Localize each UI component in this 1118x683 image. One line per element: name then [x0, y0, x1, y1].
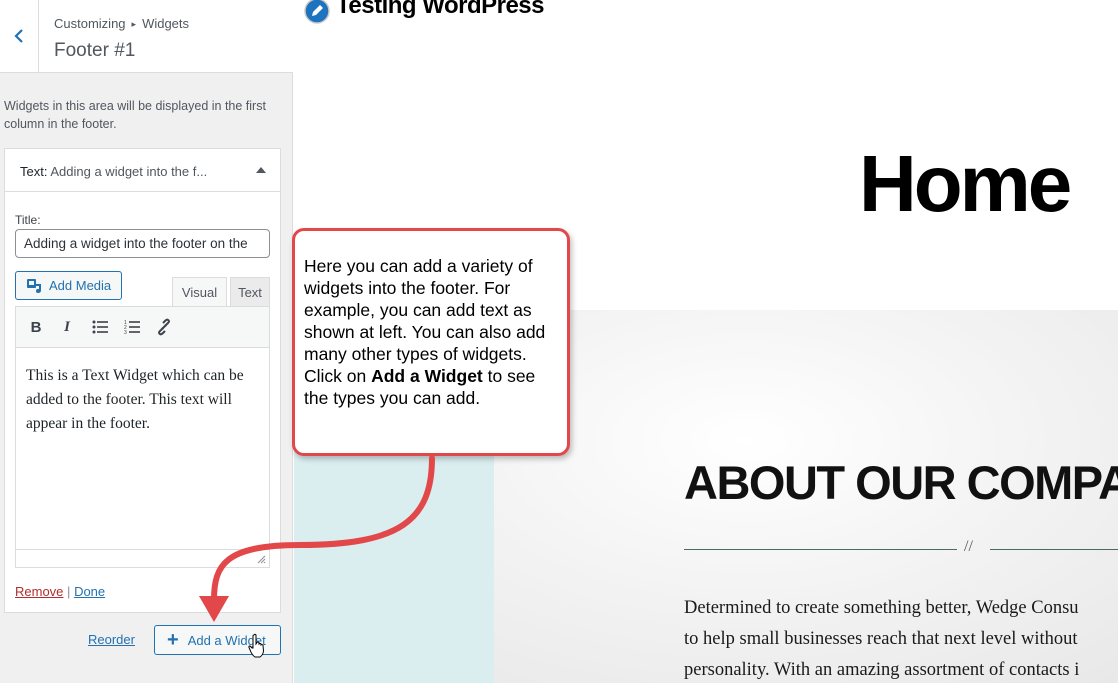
text-widget: Text: Adding a widget into the f... Titl… — [4, 148, 281, 613]
svg-text:3: 3 — [124, 330, 127, 334]
widget-type: Text: — [20, 164, 48, 179]
insert-link-button[interactable] — [153, 316, 175, 338]
divider-line-left — [684, 549, 957, 550]
breadcrumb-current: Widgets — [142, 16, 190, 31]
about-line: to help small businesses reach that next… — [684, 629, 1078, 649]
customizer-header: Customizing ▸ Widgets Footer #1 — [0, 0, 293, 73]
breadcrumb-separator-icon: ▸ — [131, 19, 137, 29]
about-body: Determined to create something better, W… — [684, 593, 1118, 683]
chevron-left-icon — [14, 29, 23, 43]
add-media-button[interactable]: Add Media — [15, 271, 122, 300]
numbered-list-button[interactable]: 123 — [121, 316, 143, 338]
done-link[interactable]: Done — [74, 584, 105, 599]
customizer-sidebar: Customizing ▸ Widgets Footer #1 Widgets in… — [0, 0, 293, 683]
pencil-logo-icon[interactable] — [304, 0, 330, 24]
widget-title: Text: Adding a widget into the f... — [20, 164, 207, 179]
about-heading: ABOUT OUR COMPA — [684, 456, 1118, 509]
back-button[interactable] — [0, 0, 39, 72]
remove-link[interactable]: Remove — [15, 584, 63, 599]
section-title: Footer #1 — [54, 40, 136, 61]
site-title[interactable]: Testing WordPress — [336, 0, 545, 20]
numbered-list-icon: 123 — [124, 320, 140, 334]
widget-actions: Remove | Done — [15, 584, 105, 599]
text-editor[interactable]: B I 123 This is a Text Widget which can … — [15, 306, 270, 568]
bold-icon: B — [30, 318, 42, 336]
add-widget-button[interactable]: + Add a Widget — [154, 625, 281, 655]
editor-toolbar: B I 123 — [16, 307, 269, 348]
bold-button[interactable]: B — [25, 316, 47, 338]
breadcrumb-parent: Customizing — [54, 16, 126, 31]
divider-mark: // — [964, 538, 973, 555]
widget-title-preview: Adding a widget into the f... — [50, 164, 208, 179]
bullet-list-icon — [92, 320, 108, 334]
about-line: Determined to create something better, W… — [684, 598, 1079, 618]
title-label: Title: — [15, 213, 41, 227]
page-heading: Home — [859, 139, 1072, 228]
link-icon — [158, 318, 170, 336]
italic-icon: I — [64, 318, 70, 335]
tab-text[interactable]: Text — [230, 277, 270, 307]
editor-statusbar — [16, 549, 269, 567]
italic-button[interactable]: I — [56, 316, 78, 338]
tutorial-callout: Here you can add a variety of widgets in… — [292, 228, 570, 456]
divider-line-right — [990, 549, 1118, 550]
title-input[interactable] — [15, 229, 270, 258]
callout-text-bold: Add a Widget — [371, 366, 483, 386]
resize-handle-icon[interactable] — [257, 555, 266, 564]
add-media-label: Add Media — [49, 278, 112, 293]
add-widget-label: Add a Widget — [187, 632, 266, 648]
plus-icon: + — [167, 629, 179, 651]
collapse-arrow-icon[interactable] — [256, 167, 266, 173]
widget-header[interactable]: Text: Adding a widget into the f... — [5, 149, 280, 192]
tab-visual[interactable]: Visual — [172, 277, 227, 307]
breadcrumb: Customizing ▸ Widgets — [54, 16, 189, 31]
bullet-list-button[interactable] — [89, 316, 111, 338]
media-icon — [27, 278, 41, 293]
reorder-link[interactable]: Reorder — [88, 632, 135, 647]
editor-content[interactable]: This is a Text Widget which can be added… — [26, 364, 261, 436]
widget-area-description: Widgets in this area will be displayed i… — [4, 99, 266, 131]
about-line: personality. With an amazing assortment … — [684, 660, 1080, 680]
actions-separator: | — [67, 584, 71, 599]
